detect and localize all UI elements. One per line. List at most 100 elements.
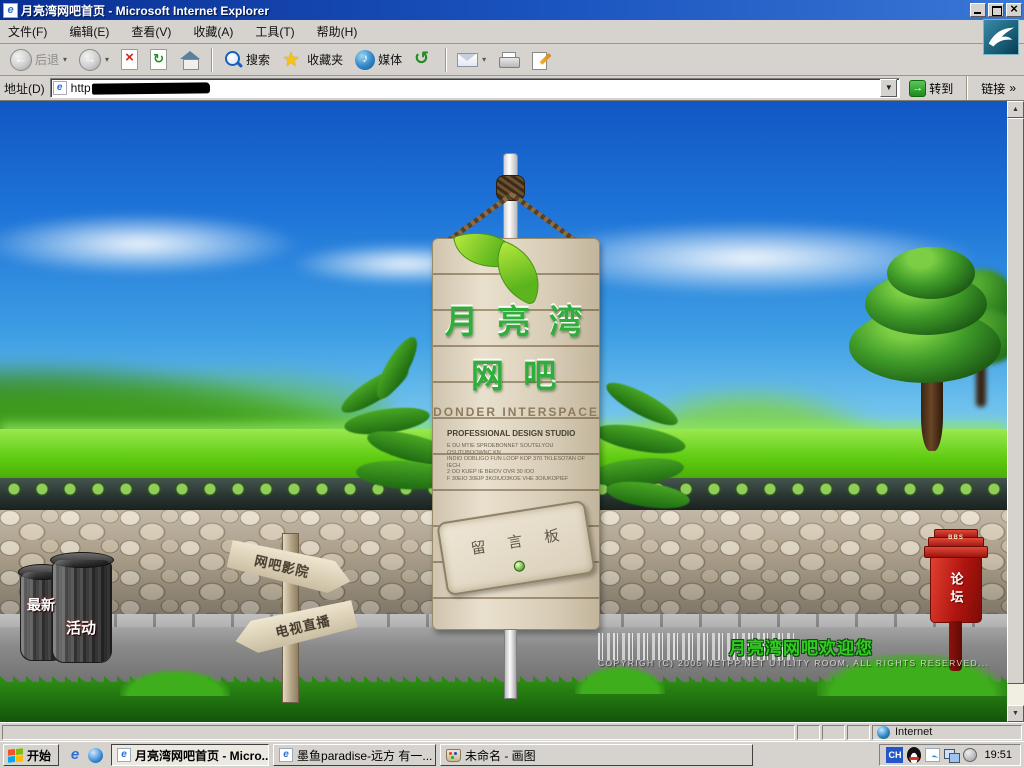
task-label: 墨鱼paradise-远方 有一... (297, 747, 432, 764)
favorites-button[interactable]: 收藏夹 (276, 46, 349, 74)
brand-text: DONDER INTERSPACE (433, 405, 599, 419)
activities-label[interactable]: 活动 (66, 617, 96, 638)
url-redaction (92, 82, 210, 94)
refresh-icon (150, 49, 167, 70)
quick-launch-app-icon[interactable] (88, 748, 103, 763)
links-chevron-icon[interactable]: » (1009, 81, 1016, 95)
close-button[interactable] (1006, 3, 1022, 17)
site-title-line2: 网 吧 (433, 349, 599, 397)
media-label: 媒体 (378, 51, 402, 68)
ie-page-icon (3, 3, 18, 18)
toolbar-separator (211, 48, 213, 72)
go-button[interactable]: 转到 (905, 79, 957, 98)
latest-label[interactable]: 最新 (27, 595, 55, 615)
go-arrow-icon (909, 80, 926, 97)
forum-label: 论坛 (947, 572, 966, 608)
swoosh-tray-icon[interactable] (925, 748, 940, 762)
print-button[interactable] (492, 46, 525, 74)
forum-mailbox-link[interactable]: BBS 论坛 (924, 523, 988, 673)
status-pane (822, 725, 845, 740)
menu-edit[interactable]: 编辑(E) (69, 23, 109, 40)
address-dropdown-button[interactable] (880, 79, 897, 97)
ie-window: 月亮湾网吧首页 - Microsoft Internet Explorer 文件… (0, 0, 1024, 768)
print-icon (498, 52, 519, 68)
studio-text: PROFESSIONAL DESIGN STUDIO (447, 429, 575, 438)
edit-button[interactable] (525, 46, 557, 74)
network-tray-icon[interactable] (944, 749, 959, 762)
cloud (0, 213, 300, 275)
vertical-scrollbar[interactable] (1007, 101, 1024, 722)
mailbox-body: 论坛 (930, 557, 982, 623)
qq-penguin-tray-icon[interactable] (907, 747, 921, 763)
task-label: 未命名 - 画图 (465, 747, 536, 764)
menu-bar: 文件(F) 编辑(E) 查看(V) 收藏(A) 工具(T) 帮助(H) (0, 20, 1024, 44)
address-label: 地址(D) (4, 80, 45, 97)
grass-tuft (120, 670, 230, 696)
message-board-link[interactable]: 留 言 板 (436, 500, 596, 597)
stop-icon (121, 49, 138, 70)
zone-label: Internet (895, 726, 932, 738)
browser-viewport: 月 亮 湾 网 吧 DONDER INTERSPACE PROFESSIONAL… (0, 101, 1024, 722)
sign-lower-post (504, 629, 517, 699)
start-label: 开始 (27, 747, 51, 764)
home-button[interactable] (173, 46, 207, 74)
taskbar-button-paradise[interactable]: 墨鱼paradise-远方 有一... (273, 744, 436, 766)
toolbar-separator (445, 48, 447, 72)
address-input[interactable]: http (50, 78, 901, 98)
edit-icon (531, 50, 551, 70)
clock-tray-icon[interactable] (963, 748, 977, 762)
back-button[interactable]: 后退 (4, 46, 73, 74)
mail-dropdown-icon[interactable] (482, 55, 486, 64)
menu-favorites[interactable]: 收藏(A) (193, 23, 233, 40)
scroll-up-arrow-icon[interactable] (1007, 101, 1024, 118)
scrollbar-thumb[interactable] (1007, 118, 1024, 684)
status-message-pane (2, 725, 795, 740)
menu-file[interactable]: 文件(F) (8, 23, 47, 40)
menu-view[interactable]: 查看(V) (131, 23, 171, 40)
menu-tools[interactable]: 工具(T) (255, 23, 294, 40)
fine-print-line: INDIO ODBLIGO FUN LOOP KOP 370 TKLESOTAN… (447, 456, 591, 469)
go-label: 转到 (929, 80, 953, 97)
minimize-button[interactable] (970, 3, 986, 17)
webpage-scene: 月 亮 湾 网 吧 DONDER INTERSPACE PROFESSIONAL… (0, 101, 1007, 722)
standard-buttons-toolbar: 后退 搜索 收藏夹 媒体 (0, 44, 1024, 76)
stop-button[interactable] (115, 46, 144, 74)
clock-time: 19:51 (981, 749, 1012, 761)
favorites-star-icon (282, 49, 304, 71)
forward-dropdown-icon[interactable] (105, 55, 109, 64)
task-label: 月亮湾网吧首页 - Micro... (135, 747, 269, 764)
taskbar-button-paint[interactable]: 未命名 - 画图 (440, 744, 753, 766)
url-text: http (71, 81, 91, 95)
links-toolbar[interactable]: 链接 » (977, 80, 1020, 97)
refresh-button[interactable] (144, 46, 173, 74)
cartoon-tree (843, 247, 1007, 451)
taskbar-button-moonbay[interactable]: 月亮湾网吧首页 - Micro... (111, 744, 269, 766)
ie-throbber-logo (983, 19, 1019, 55)
mail-icon (457, 53, 478, 67)
quick-launch-ie-icon[interactable] (67, 747, 83, 763)
bbs-tag: BBS (924, 535, 988, 541)
address-bar: 地址(D) http 转到 链接 » (0, 76, 1024, 101)
back-dropdown-icon[interactable] (63, 55, 67, 64)
message-board-button-icon[interactable] (513, 560, 526, 573)
start-button[interactable]: 开始 (3, 744, 59, 766)
scroll-down-arrow-icon[interactable] (1007, 705, 1024, 722)
media-icon (355, 50, 375, 70)
page-icon (53, 81, 67, 95)
copyright-text: COPYRIGH (C) 2005 NETPP.NET UTILITY ROOM… (598, 658, 989, 668)
title-bar[interactable]: 月亮湾网吧首页 - Microsoft Internet Explorer (0, 0, 1024, 20)
search-icon (223, 50, 243, 70)
search-button[interactable]: 搜索 (217, 46, 276, 74)
links-label: 链接 (981, 80, 1005, 97)
fine-print: E DU MTIE SPROEBONNET SOUTELYOU OSUTUBOO… (447, 443, 591, 482)
forward-button[interactable] (73, 46, 115, 74)
media-button[interactable]: 媒体 (349, 46, 408, 74)
mail-button[interactable] (451, 46, 492, 74)
addressbar-separator (966, 76, 968, 100)
menu-help[interactable]: 帮助(H) (317, 23, 358, 40)
status-bar: Internet (0, 722, 1024, 741)
history-button[interactable] (408, 46, 441, 74)
restore-button[interactable] (988, 3, 1004, 17)
ime-language-indicator[interactable]: CH (886, 747, 903, 763)
welcome-text: 月亮湾网吧欢迎您 (729, 634, 873, 659)
